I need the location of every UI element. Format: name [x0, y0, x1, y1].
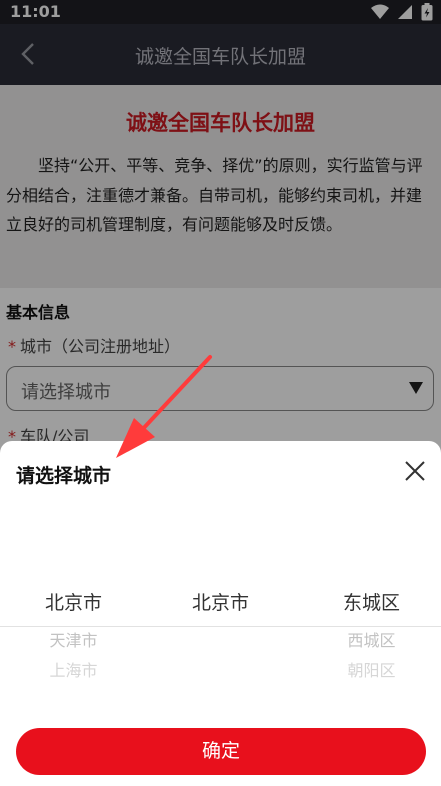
province-column[interactable]: 北京市 天津市 上海市 [0, 581, 147, 681]
picker-item[interactable]: 朝阳区 [298, 656, 441, 681]
picker-item[interactable]: 上海市 [0, 656, 147, 681]
confirm-button[interactable]: 确定 [16, 728, 426, 775]
district-column[interactable]: 东城区 西城区 朝阳区 [298, 581, 441, 681]
picker-item[interactable]: 北京市 [147, 581, 294, 626]
close-button[interactable] [403, 459, 427, 483]
city-picker-sheet: 请选择城市 北京市 天津市 上海市 北京市 东城区 西城区 朝阳区 确定 [0, 441, 441, 786]
close-icon [403, 461, 427, 487]
picker-item[interactable]: 东城区 [298, 581, 441, 626]
city-column[interactable]: 北京市 [147, 581, 294, 626]
city-picker: 北京市 天津市 上海市 北京市 东城区 西城区 朝阳区 [0, 581, 441, 681]
picker-item[interactable]: 天津市 [0, 626, 147, 656]
picker-item[interactable]: 北京市 [0, 581, 147, 626]
sheet-title: 请选择城市 [16, 465, 112, 487]
picker-item[interactable]: 西城区 [298, 626, 441, 656]
